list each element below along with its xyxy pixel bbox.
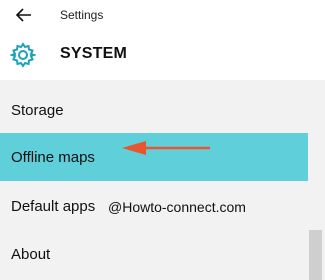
sidebar-nav: Storage Offline maps Default apps About (0, 80, 308, 280)
sidebar-item-about[interactable]: About (0, 230, 308, 278)
back-button[interactable] (10, 4, 38, 26)
sidebar-item-label: Offline maps (11, 148, 95, 166)
sidebar-item-label: About (11, 245, 51, 263)
app-title: Settings (60, 8, 104, 22)
sidebar-item-label: Default apps (11, 197, 96, 215)
back-arrow-icon (16, 8, 31, 22)
title-bar: Settings SYSTEM (0, 0, 325, 80)
watermark-text: @Howto-connect.com (108, 199, 246, 215)
sidebar-item-storage[interactable]: Storage (0, 86, 308, 134)
sidebar-item-label: Storage (11, 101, 64, 119)
gear-icon (10, 42, 36, 68)
scrollbar-thumb[interactable] (309, 230, 322, 280)
red-arrow-icon (122, 141, 210, 155)
page-title: SYSTEM (60, 45, 127, 62)
